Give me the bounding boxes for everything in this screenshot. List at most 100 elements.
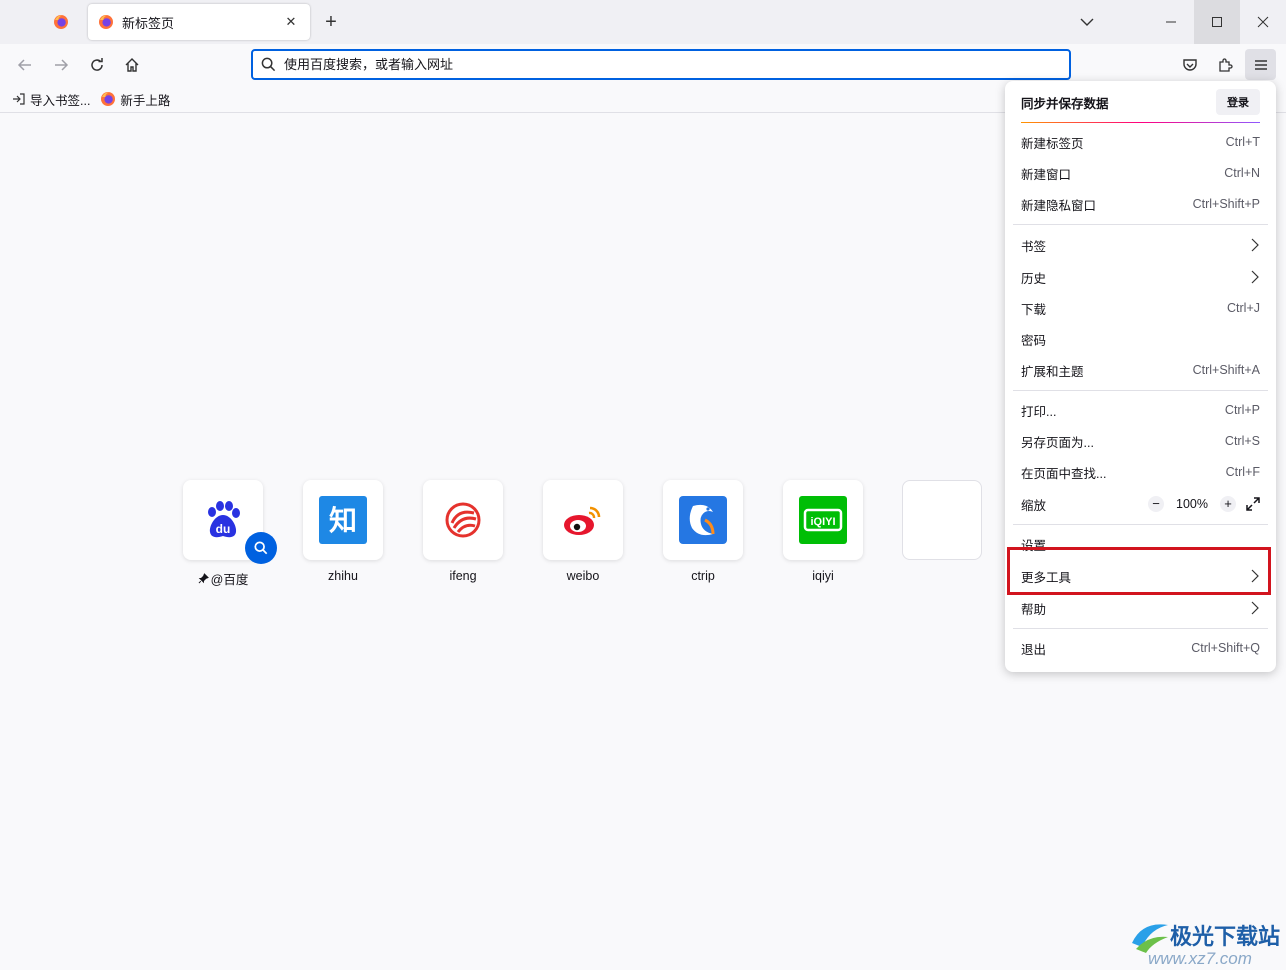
topsite-ifeng[interactable]: ifeng xyxy=(423,480,503,583)
topsite-zhihu[interactable]: 知 zhihu xyxy=(303,480,383,583)
menu-item-new-tab[interactable]: 新建标签页 Ctrl+T xyxy=(1005,127,1276,157)
new-tab-button[interactable]: + xyxy=(318,10,344,36)
app-menu-button[interactable] xyxy=(1245,49,1276,80)
menu-item-shortcut: Ctrl+T xyxy=(1225,135,1260,149)
topsite-label: weibo xyxy=(566,569,600,583)
url-input[interactable] xyxy=(284,57,1044,72)
zoom-level[interactable]: 100% xyxy=(1174,497,1210,511)
close-window-button[interactable] xyxy=(1240,0,1286,44)
menu-item-settings[interactable]: 设置 xyxy=(1005,529,1276,559)
fullscreen-icon[interactable] xyxy=(1246,497,1260,511)
sync-header: 同步并保存数据 登录 xyxy=(1005,81,1276,123)
menu-item-label: 历史 xyxy=(1021,271,1047,286)
tab-strip: 新标签页 ✕ + xyxy=(0,0,1286,44)
menu-item-passwords[interactable]: 密码 xyxy=(1005,324,1276,354)
firefox-icon xyxy=(99,15,113,29)
url-bar[interactable] xyxy=(251,49,1071,80)
reload-icon xyxy=(91,58,103,71)
watermark-subtitle: www.xz7.com xyxy=(1148,949,1252,968)
chevron-right-icon xyxy=(1251,238,1259,252)
menu-item-history[interactable]: 历史 xyxy=(1005,262,1276,292)
hamburger-menu-icon xyxy=(1254,59,1267,70)
menu-item-shortcut: Ctrl+J xyxy=(1227,301,1260,315)
list-all-tabs-button[interactable] xyxy=(1076,12,1098,32)
zoom-controls: − 100% + xyxy=(1148,496,1260,512)
menu-separator xyxy=(1013,224,1268,225)
baidu-glyph: du xyxy=(216,522,231,536)
menu-item-help[interactable]: 帮助 xyxy=(1005,593,1276,623)
menu-item-shortcut: Ctrl+S xyxy=(1224,434,1260,448)
topsite-tile[interactable] xyxy=(543,480,623,560)
zoom-in-button[interactable]: + xyxy=(1220,496,1236,512)
sync-title: 同步并保存数据 xyxy=(1021,96,1109,111)
menu-item-find-in-page[interactable]: 在页面中查找... Ctrl+F xyxy=(1005,457,1276,487)
zoom-out-button[interactable]: − xyxy=(1148,496,1164,512)
topsite-tile[interactable]: du xyxy=(183,480,277,564)
menu-item-label: 新建标签页 xyxy=(1021,136,1084,151)
topsite-tile[interactable] xyxy=(423,480,503,560)
menu-item-downloads[interactable]: 下载 Ctrl+J xyxy=(1005,293,1276,323)
forward-button[interactable] xyxy=(47,51,75,79)
close-icon xyxy=(1257,16,1269,28)
ctrip-icon xyxy=(679,496,727,544)
pinned-tab[interactable] xyxy=(40,6,82,38)
forward-arrow-icon xyxy=(55,59,69,71)
minimize-icon xyxy=(1166,21,1176,23)
home-button[interactable] xyxy=(118,51,146,79)
back-button[interactable] xyxy=(11,51,39,79)
menu-item-label: 书签 xyxy=(1021,239,1047,254)
menu-item-save-page[interactable]: 另存页面为... Ctrl+S xyxy=(1005,426,1276,456)
search-shortcut-badge xyxy=(245,532,277,564)
ifeng-icon xyxy=(445,502,481,538)
menu-item-bookmarks[interactable]: 书签 xyxy=(1005,230,1276,260)
bookmark-getting-started[interactable]: 新手上路 xyxy=(100,90,170,109)
topsite-iqiyi[interactable]: iQIYI iqiyi xyxy=(783,480,863,583)
menu-item-more-tools[interactable]: 更多工具 xyxy=(1005,561,1276,591)
zhihu-glyph: 知 xyxy=(329,504,357,537)
firefox-icon xyxy=(54,15,68,29)
tab-new-tab[interactable]: 新标签页 ✕ xyxy=(88,4,310,40)
topsite-label: @百度 xyxy=(183,569,263,588)
menu-item-print[interactable]: 打印... Ctrl+P xyxy=(1005,395,1276,425)
menu-item-label: 下载 xyxy=(1021,302,1047,317)
menu-item-label: 新建隐私窗口 xyxy=(1021,198,1097,213)
home-icon xyxy=(125,58,139,72)
menu-item-quit[interactable]: 退出 Ctrl+Shift+Q xyxy=(1005,633,1276,663)
iqiyi-icon: iQIYI xyxy=(799,496,847,544)
chevron-down-icon xyxy=(1080,18,1094,26)
menu-item-shortcut: Ctrl+F xyxy=(1225,465,1260,479)
topsite-tile[interactable]: 知 xyxy=(303,480,383,560)
extensions-button[interactable] xyxy=(1211,51,1239,79)
topsite-tile[interactable]: iQIYI xyxy=(783,480,863,560)
pin-icon xyxy=(198,573,209,584)
search-icon xyxy=(254,541,268,555)
menu-item-label: 帮助 xyxy=(1021,602,1047,617)
import-icon xyxy=(13,93,25,105)
topsite-label-text: @百度 xyxy=(210,573,249,587)
pocket-button[interactable] xyxy=(1176,51,1204,79)
reload-button[interactable] xyxy=(83,51,111,79)
menu-separator xyxy=(1013,628,1268,629)
topsite-baidu[interactable]: du @百度 xyxy=(183,480,277,588)
menu-item-new-window[interactable]: 新建窗口 Ctrl+N xyxy=(1005,158,1276,188)
menu-item-label: 打印... xyxy=(1021,404,1057,419)
bookmark-import[interactable]: 导入书签... xyxy=(12,90,90,109)
minimize-button[interactable] xyxy=(1148,0,1194,44)
topsite-label: iqiyi xyxy=(812,569,834,583)
pocket-icon xyxy=(1183,59,1197,71)
sign-in-button[interactable]: 登录 xyxy=(1216,89,1260,115)
gradient-divider xyxy=(1021,122,1260,123)
topsite-weibo[interactable]: weibo xyxy=(543,480,623,583)
menu-item-label: 更多工具 xyxy=(1021,570,1072,585)
topsite-ctrip[interactable]: ctrip xyxy=(663,480,743,583)
menu-item-shortcut: Ctrl+Shift+A xyxy=(1192,363,1260,377)
menu-item-new-private-window[interactable]: 新建隐私窗口 Ctrl+Shift+P xyxy=(1005,189,1276,219)
topsite-empty-slot[interactable] xyxy=(902,480,982,560)
chevron-right-icon xyxy=(1251,270,1259,284)
menu-item-addons[interactable]: 扩展和主题 Ctrl+Shift+A xyxy=(1005,355,1276,385)
firefox-icon xyxy=(101,92,116,106)
topsite-tile[interactable] xyxy=(663,480,743,560)
tab-close-icon[interactable]: ✕ xyxy=(282,14,300,30)
maximize-button[interactable] xyxy=(1194,0,1240,44)
menu-item-label: 缩放 xyxy=(1021,498,1047,513)
